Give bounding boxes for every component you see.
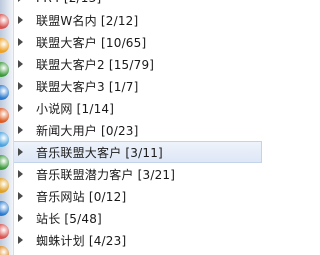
group-label: 小说网 [1/14] [36, 100, 114, 117]
group-name: 联盟大客户3 [36, 79, 105, 94]
group-label: PR4 [2/13] [36, 0, 101, 5]
contact-group-list: PR4[2/13]联盟W名内[2/12]联盟大客户[10/65]联盟大客户2[1… [14, 0, 266, 251]
contact-group-item[interactable]: 音乐联盟潜力客户 [3/21] [14, 163, 266, 185]
group-label: 联盟大客户2 [15/79] [36, 56, 154, 73]
app-icon-1[interactable] [0, 14, 9, 29]
app-icon-9[interactable] [0, 201, 9, 216]
expand-arrow-icon[interactable] [18, 148, 23, 156]
contact-group-item[interactable]: 联盟W名内 [2/12] [14, 9, 266, 31]
group-label: 联盟大客户 [10/65] [36, 34, 146, 51]
group-label: 新闻大用户 [0/23] [36, 122, 139, 139]
group-online-count: [1/7] [108, 79, 139, 94]
app-icon-8[interactable] [0, 178, 9, 193]
expand-arrow-icon[interactable] [18, 104, 23, 112]
group-online-count: [15/79] [108, 57, 155, 72]
group-label: 联盟W名内 [2/12] [36, 12, 138, 29]
group-label: 蜘蛛计划 [4/23] [36, 232, 126, 249]
group-online-count: [3/11] [125, 145, 163, 160]
contact-group-item[interactable]: PR4 [2/13] [14, 0, 266, 9]
group-online-count: [0/23] [101, 123, 139, 138]
expand-arrow-icon[interactable] [18, 82, 23, 90]
app-icon-strip [0, 0, 14, 255]
group-online-count: [4/23] [88, 233, 127, 248]
contact-group-item[interactable]: 新闻大用户 [0/23] [14, 119, 266, 141]
group-label: 音乐网站 [0/12] [36, 188, 126, 205]
app-icon-3[interactable] [0, 62, 9, 77]
group-online-count: [3/21] [137, 167, 176, 182]
group-label: 联盟大客户3 [1/7] [36, 78, 139, 95]
app-icon-2[interactable] [0, 38, 9, 53]
contact-group-item[interactable]: 小说网 [1/14] [14, 97, 266, 119]
contact-group-panel: PR4[2/13]联盟W名内[2/12]联盟大客户[10/65]联盟大客户2[1… [0, 0, 266, 255]
contact-group-item[interactable]: 联盟大客户2 [15/79] [14, 53, 266, 75]
contact-group-item[interactable]: 站长 [5/48] [14, 207, 266, 229]
group-name: 联盟W名内 [36, 13, 97, 28]
expand-arrow-icon[interactable] [18, 60, 23, 68]
app-icon-10[interactable] [0, 224, 9, 239]
contact-group-item[interactable]: 联盟大客户3 [1/7] [14, 75, 266, 97]
group-online-count: [1/14] [76, 101, 115, 116]
contact-group-item[interactable]: 音乐网站 [0/12] [14, 185, 266, 207]
group-online-count: [2/13] [64, 0, 102, 5]
group-name: 小说网 [36, 101, 73, 116]
expand-arrow-icon[interactable] [18, 38, 23, 46]
group-online-count: [10/65] [101, 35, 147, 50]
group-name: 新闻大用户 [36, 123, 98, 138]
app-icon-5[interactable] [0, 108, 9, 123]
group-name: 蜘蛛计划 [36, 233, 85, 248]
contact-group-item[interactable]: 音乐联盟大客户 [3/11] [14, 141, 262, 163]
expand-arrow-icon[interactable] [18, 0, 23, 2]
expand-arrow-icon[interactable] [18, 170, 23, 178]
app-icon-11[interactable] [0, 246, 9, 255]
app-icon-4[interactable] [0, 85, 9, 100]
expand-arrow-icon[interactable] [18, 126, 23, 134]
group-name: 联盟大客户2 [36, 57, 105, 72]
app-icon-7[interactable] [0, 155, 9, 170]
expand-arrow-icon[interactable] [18, 192, 23, 200]
group-name: 联盟大客户 [36, 35, 98, 50]
contact-group-item[interactable]: 联盟大客户 [10/65] [14, 31, 266, 53]
group-label: 站长 [5/48] [36, 210, 102, 227]
expand-arrow-icon[interactable] [18, 214, 23, 222]
contact-group-item[interactable]: 蜘蛛计划 [4/23] [14, 229, 266, 251]
group-label: 音乐联盟大客户 [3/11] [36, 144, 163, 161]
app-icon-6[interactable] [0, 132, 9, 147]
group-name: PR4 [36, 0, 60, 5]
expand-arrow-icon[interactable] [18, 16, 23, 24]
group-name: 音乐联盟大客户 [36, 145, 122, 160]
group-name: 音乐网站 [36, 189, 85, 204]
group-name: 站长 [36, 211, 61, 226]
group-online-count: [5/48] [64, 211, 102, 226]
expand-arrow-icon[interactable] [18, 236, 23, 244]
group-label: 音乐联盟潜力客户 [3/21] [36, 166, 175, 183]
group-online-count: [0/12] [88, 189, 127, 204]
group-name: 音乐联盟潜力客户 [36, 167, 134, 182]
group-online-count: [2/12] [100, 13, 139, 28]
